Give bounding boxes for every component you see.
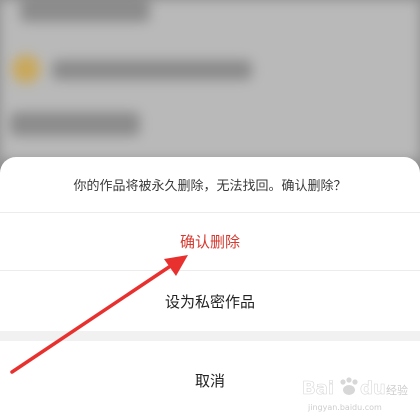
screen: 你的作品将被永久删除，无法找回。确认删除？ 确认删除 设为私密作品 取消 Bai… <box>0 0 420 420</box>
sheet-divider <box>0 331 420 341</box>
blurred-block <box>52 60 252 80</box>
blurred-block <box>20 0 150 22</box>
watermark-url: jingyan.baidu.com <box>307 403 382 412</box>
confirm-delete-button[interactable]: 确认删除 <box>0 213 420 271</box>
blurred-block <box>10 112 140 136</box>
baidu-watermark-logo: Bai du 经验 jingyan.baidu.com <box>302 377 408 412</box>
svg-text:经验: 经验 <box>386 383 408 397</box>
blurred-avatar <box>12 55 40 83</box>
svg-text:Bai: Bai <box>302 378 334 399</box>
svg-text:du: du <box>360 378 386 399</box>
blurred-background-content <box>0 0 420 160</box>
delete-warning-message: 你的作品将被永久删除，无法找回。确认删除？ <box>0 157 420 213</box>
set-private-button[interactable]: 设为私密作品 <box>0 271 420 331</box>
